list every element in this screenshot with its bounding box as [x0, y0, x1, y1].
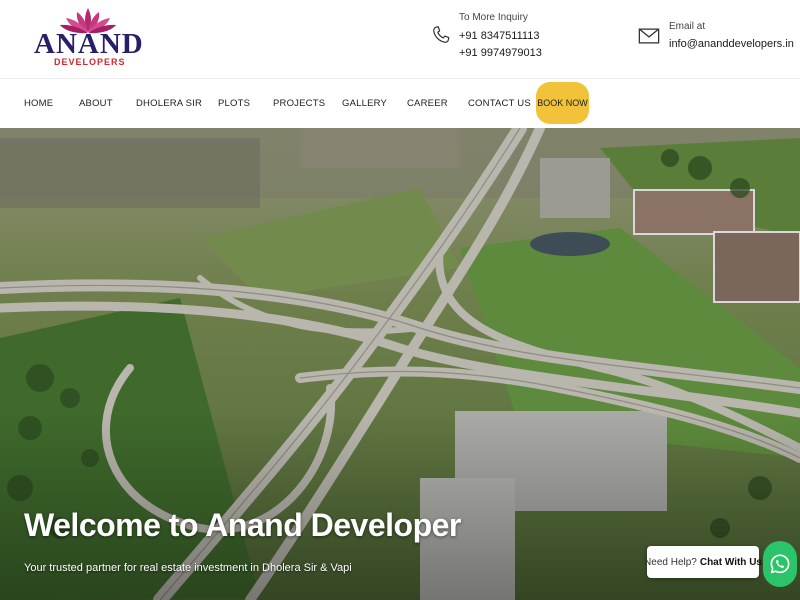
- nav-home[interactable]: HOME: [24, 98, 53, 109]
- inquiry-contact: To More Inquiry +91 8347511113 +91 99749…: [430, 10, 550, 70]
- nav-career[interactable]: CAREER: [407, 98, 448, 109]
- email-address[interactable]: info@ananddevelopers.in: [669, 38, 794, 50]
- hero-title: Welcome to Anand Developer: [24, 507, 461, 543]
- hero-subtitle: Your trusted partner for real estate inv…: [24, 562, 352, 574]
- nav-dholera-sir[interactable]: DHOLERA SIR: [136, 98, 202, 109]
- whatsapp-icon: [770, 554, 790, 574]
- nav-projects[interactable]: PROJECTS: [273, 98, 325, 109]
- chat-action: Chat With Us: [699, 556, 762, 568]
- nav-gallery[interactable]: GALLERY: [342, 98, 387, 109]
- main-nav: HOME ABOUT DHOLERA SIR PLOTS PROJECTS GA…: [0, 78, 800, 128]
- email-label: Email at: [669, 21, 706, 32]
- mail-icon: [638, 28, 660, 44]
- phone-icon: [433, 26, 450, 43]
- nav-contact-us[interactable]: CONTACT US: [468, 98, 531, 109]
- email-contact: Email at info@ananddevelopers.in: [638, 10, 798, 70]
- brand-tagline: DEVELOPERS: [54, 57, 126, 67]
- chat-prefix: Need Help?: [644, 556, 697, 568]
- phone-number-1[interactable]: +91 8347511113: [459, 30, 539, 42]
- brand-logo[interactable]: ANAND DEVELOPERS: [30, 6, 152, 70]
- chat-with-us-bubble[interactable]: Need Help? Chat With Us: [644, 546, 762, 578]
- inquiry-label: To More Inquiry: [459, 12, 528, 23]
- phone-number-2[interactable]: +91 9974979013: [459, 47, 542, 59]
- nav-plots[interactable]: PLOTS: [218, 98, 250, 109]
- site-header: ANAND DEVELOPERS To More Inquiry +91 834…: [0, 0, 800, 78]
- whatsapp-button[interactable]: [763, 541, 797, 587]
- hero-banner: Welcome to Anand Developer Your trusted …: [0, 128, 800, 600]
- nav-about[interactable]: ABOUT: [79, 98, 113, 109]
- book-now-button[interactable]: BOOK NOW: [536, 82, 589, 124]
